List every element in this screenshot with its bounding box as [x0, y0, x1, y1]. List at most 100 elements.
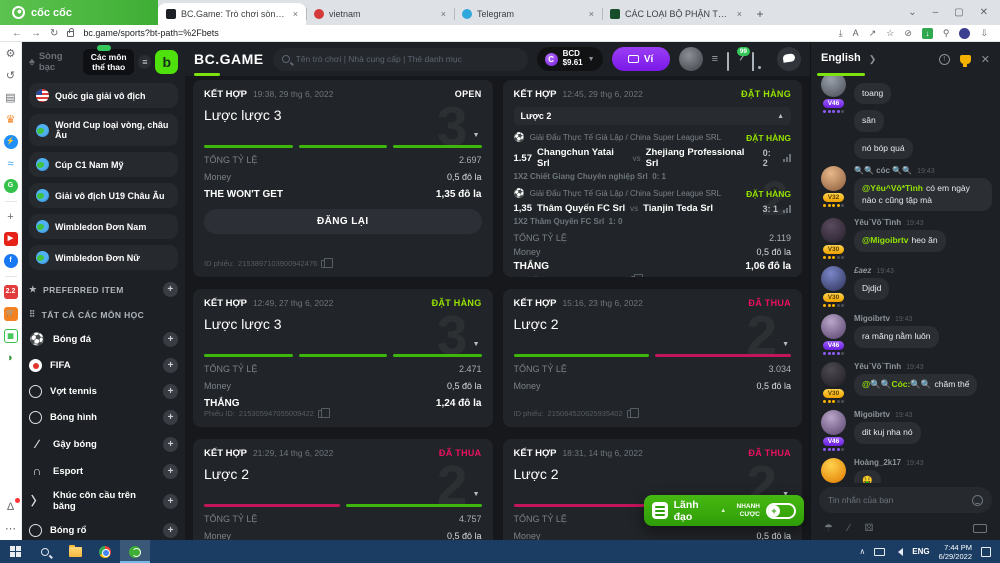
avatar[interactable] [821, 218, 846, 243]
forward-icon[interactable]: → [31, 28, 41, 39]
expand-button[interactable]: + [163, 494, 178, 509]
sidebar-item-tennis[interactable]: Vợt tennis+ [29, 384, 178, 399]
notifications-bell-icon[interactable]: Δ [4, 500, 18, 514]
chat-rules-icon[interactable]: ! [939, 54, 950, 65]
bet-card[interactable]: KẾT HỢP 12:45, 29 thg 6, 2022 ĐẶT HÀNG L… [503, 80, 803, 277]
sidebar-item-icehockey[interactable]: 〉Khúc côn cầu trên băng+ [29, 490, 178, 512]
stats-icon[interactable] [783, 154, 791, 162]
sidebar-item-esport[interactable]: ∩Esport+ [29, 463, 178, 479]
avatar[interactable] [821, 76, 846, 97]
translate-icon[interactable]: A [853, 28, 859, 38]
leaderboard-quickbet-bar[interactable]: Lãnh đạo ▲ NHANH CƯỢC + [644, 495, 804, 526]
sidebar-item-championship[interactable]: Giải vô địch U19 Châu Âu [29, 183, 178, 208]
chat-toggle-icon[interactable] [777, 47, 801, 71]
taskbar-search[interactable] [30, 540, 60, 563]
copy-icon[interactable] [631, 276, 638, 278]
sidebar-item-championship[interactable]: Wimbledon Đơn Nam [29, 214, 178, 239]
history-icon[interactable]: ↺ [4, 69, 18, 83]
sidebar-item-fifa[interactable]: FIFA+ [29, 358, 178, 373]
start-button[interactable] [0, 540, 30, 563]
crown-icon[interactable]: ♛ [4, 113, 18, 127]
cart-icon[interactable]: 🛒 [4, 307, 18, 321]
bet-list-icon[interactable]: ≡ [712, 53, 718, 65]
rain-tip-icon[interactable]: ☂ [824, 523, 833, 534]
expand-caret-icon[interactable]: ▼ [473, 132, 480, 139]
volume-icon[interactable] [894, 548, 903, 556]
currency-selector[interactable]: C BCD $9.61 ▼ [537, 47, 603, 71]
keyboard-icon[interactable] [973, 524, 987, 533]
sidebar-item-football[interactable]: Bóng hình+ [29, 410, 178, 425]
games-icon[interactable]: G [4, 179, 18, 193]
expand-button[interactable]: + [163, 332, 178, 347]
trophy-icon[interactable] [960, 55, 971, 64]
tab-close-icon[interactable]: × [737, 9, 742, 19]
bet-card[interactable]: KẾT HỢP 19:38, 29 thg 6, 2022 OPEN Lược … [193, 80, 493, 277]
chat-close-icon[interactable]: ✕ [981, 53, 990, 66]
chat-message-input[interactable] [828, 495, 972, 505]
wallet-button[interactable]: Ví [612, 47, 670, 71]
copy-icon[interactable] [318, 410, 325, 418]
avatar[interactable] [821, 458, 846, 483]
downloads-tray-icon[interactable]: ⇩ [980, 28, 988, 39]
collapse-caret-icon[interactable]: ▲ [777, 113, 784, 120]
save-page-icon[interactable]: ⤓ [839, 28, 843, 39]
mention[interactable]: @🔍🔍Cóc:🔍🔍 [862, 379, 932, 389]
share-icon[interactable]: ↗ [869, 28, 877, 39]
sheet-icon[interactable]: ▦ [4, 329, 18, 343]
file-explorer[interactable] [60, 540, 90, 563]
search-input[interactable] [296, 54, 519, 64]
profile-avatar[interactable] [959, 28, 970, 39]
match-row[interactable]: ⚽Giải Đấu Thực Tế Giả Lập / China Super … [514, 132, 792, 181]
sidebar-item-championship[interactable]: Wimbledon Đơn Nữ [29, 245, 178, 270]
taskbar-clock[interactable]: 7:44 PM 6/29/2022 [939, 543, 972, 561]
rebet-button[interactable]: ĐĂNG LẠI [204, 209, 482, 234]
tab-telegram[interactable]: Telegram × [454, 3, 602, 25]
bell-button[interactable] [752, 53, 768, 66]
bet-card[interactable]: KẾT HỢP 15:16, 23 thg 6, 2022 ĐÃ THUA Lư… [503, 289, 803, 427]
expand-button[interactable]: + [163, 384, 178, 399]
bet-card[interactable]: KẾT HỢP 12:49, 27 thg 6, 2022 ĐẶT HÀNG L… [193, 289, 493, 427]
commands-icon[interactable]: ∕ [848, 523, 850, 534]
extensions-icon[interactable]: ⚲ [943, 28, 950, 39]
copy-icon[interactable] [321, 260, 328, 268]
minimize-icon[interactable]: – [933, 7, 939, 18]
copy-icon[interactable] [627, 410, 634, 418]
chat-language-tab[interactable]: English [821, 52, 861, 67]
avatar[interactable] [821, 266, 846, 291]
avatar[interactable] [821, 166, 846, 191]
avatar[interactable] [821, 314, 846, 339]
stats-icon[interactable] [783, 205, 791, 213]
expand-button[interactable]: + [163, 523, 178, 538]
sidebar-item-soccer[interactable]: ⚽Bóng đá+ [29, 331, 178, 347]
action-center-icon[interactable] [981, 547, 991, 557]
close-window-icon[interactable]: ✕ [980, 7, 988, 18]
avatar[interactable] [821, 410, 846, 435]
hamburger-icon[interactable]: ≡ [138, 55, 151, 69]
network-icon[interactable] [874, 548, 885, 556]
tab-sports-article[interactable]: CÁC LOẠI BỘ PHẬN THỂ THA × [602, 3, 750, 25]
user-avatar[interactable] [679, 47, 703, 71]
back-icon[interactable]: ← [12, 28, 22, 39]
messenger-icon[interactable]: ⚡ [4, 135, 18, 149]
settings-gear-icon[interactable]: ⚙ [4, 47, 18, 61]
sidebar-item-basketball[interactable]: Bóng rổ+ [29, 523, 178, 538]
tab-search-icon[interactable]: ⌄ [908, 7, 916, 18]
tab-close-icon[interactable]: × [293, 9, 298, 19]
mention[interactable]: @Yêu^Vô*Tình [862, 183, 923, 193]
bookmark-star-icon[interactable]: ☆ [886, 28, 894, 39]
facebook-icon[interactable]: f [4, 254, 18, 268]
expand-caret-icon[interactable]: ▼ [473, 341, 480, 348]
sidebar-item-baseball[interactable]: ∕Gậy bóng+ [29, 436, 178, 452]
emoji-icon[interactable] [972, 495, 983, 506]
sidebar-item-championship[interactable]: Quốc gia giải vô địch [29, 83, 178, 108]
url-text[interactable]: bc.game/sports?bt-path=%2Fbets [83, 28, 218, 38]
add-shortcut-icon[interactable]: + [4, 210, 18, 224]
expand-button[interactable]: + [163, 437, 178, 452]
mention[interactable]: @Migoibrtv [862, 235, 909, 245]
feed-icon[interactable]: ≈ [4, 157, 18, 171]
reading-list-icon[interactable]: ▤ [4, 91, 18, 105]
game-search[interactable] [273, 48, 528, 71]
bet-card[interactable]: KẾT HỢP 21:29, 14 thg 6, 2022 ĐÃ THUA Lư… [193, 439, 493, 540]
tray-expand-icon[interactable]: ∧ [859, 547, 865, 556]
tab-vietnam[interactable]: vietnam × [306, 3, 454, 25]
